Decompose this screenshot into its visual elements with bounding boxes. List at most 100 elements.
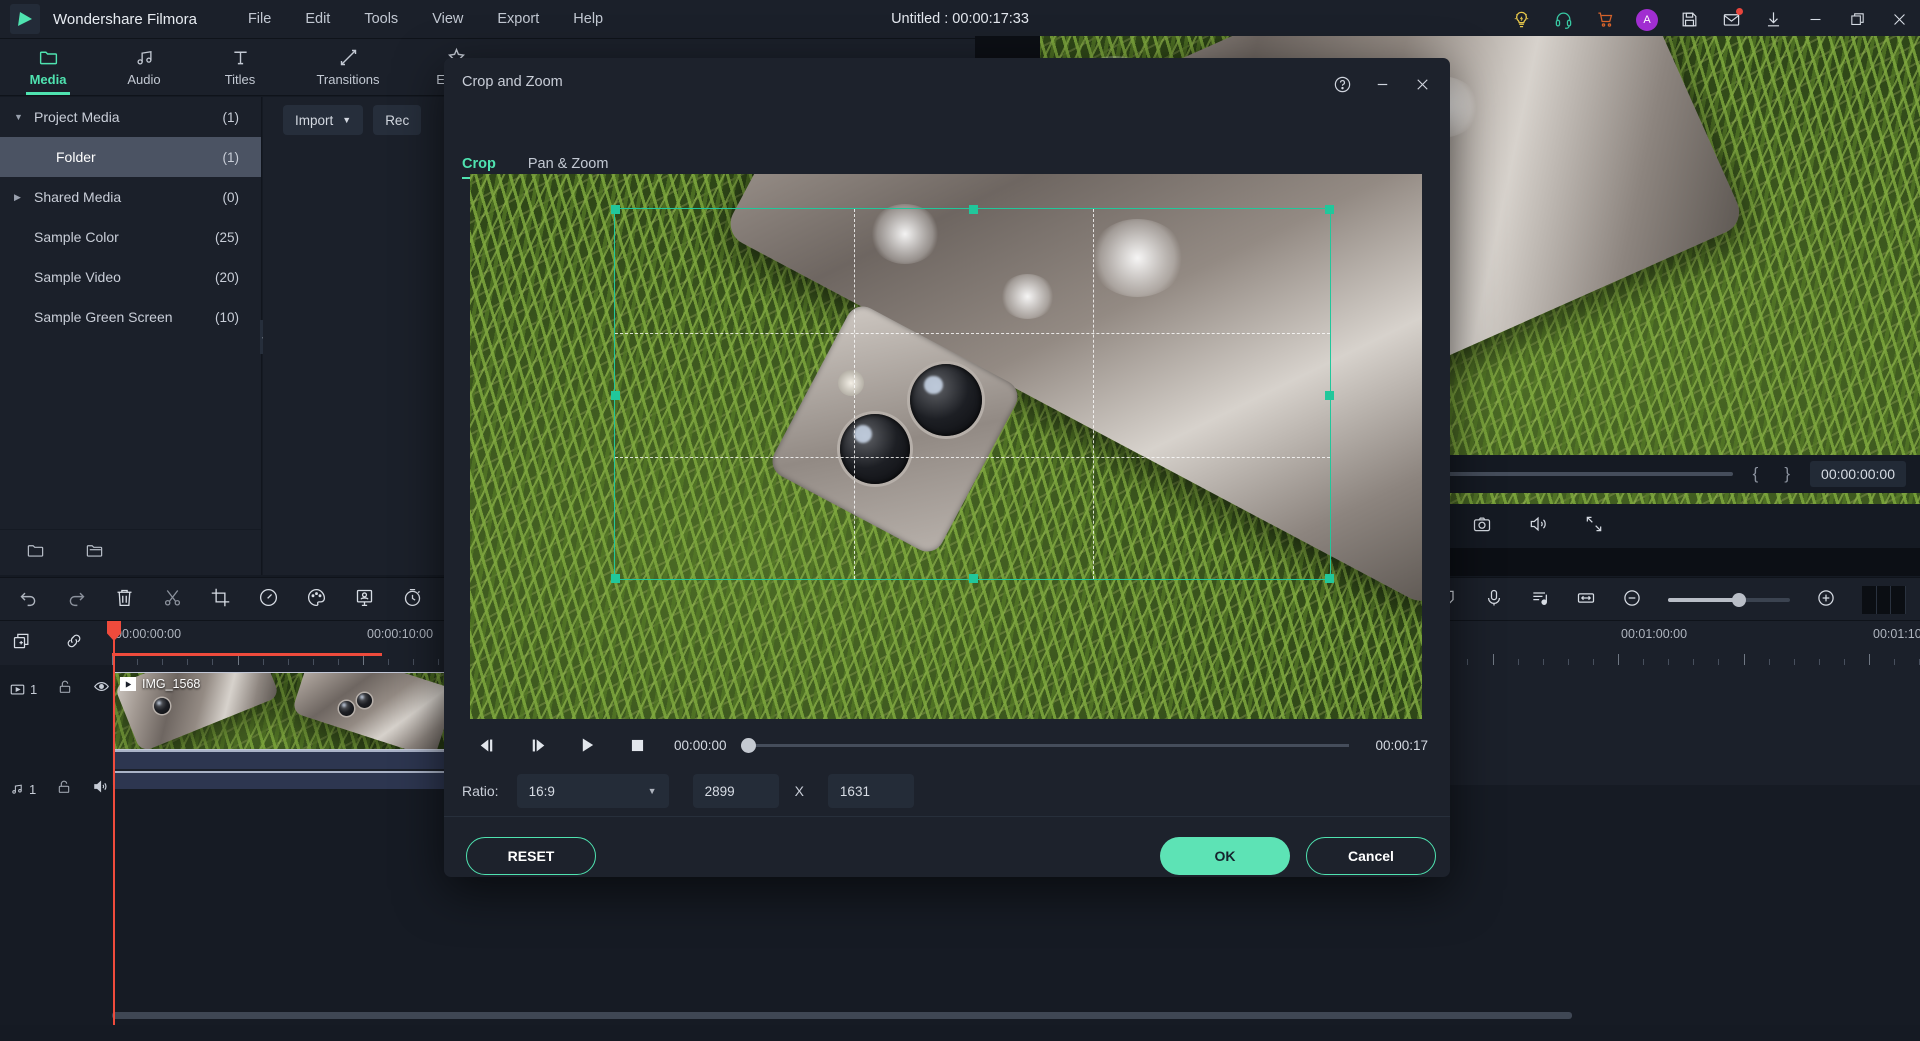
mark-in-icon[interactable]: { — [1747, 464, 1765, 484]
tab-titles[interactable]: Titles — [192, 38, 288, 95]
crop-handle-top-right[interactable] — [1325, 205, 1334, 214]
crop-handle-bottom-right[interactable] — [1325, 574, 1334, 583]
tab-media[interactable]: Media — [0, 38, 96, 95]
reset-button[interactable]: RESET — [466, 837, 596, 875]
playhead[interactable] — [113, 621, 115, 1025]
sidebar-item-sample-green-screen[interactable]: Sample Green Screen (10) — [0, 297, 261, 337]
crop-width-input[interactable]: 2899 — [693, 774, 779, 808]
save-icon[interactable] — [1668, 0, 1710, 39]
close-icon[interactable] — [1878, 0, 1920, 39]
redo-icon[interactable] — [66, 587, 87, 613]
crop-handle-middle-left[interactable] — [611, 391, 620, 400]
delete-icon[interactable] — [114, 587, 135, 613]
ratio-select[interactable]: 16:9 ▼ — [517, 774, 669, 808]
menu-file[interactable]: File — [245, 7, 274, 31]
lightbulb-icon[interactable] — [1500, 0, 1542, 39]
audio-mixer-icon[interactable] — [1530, 588, 1550, 613]
record-button[interactable]: Rec — [373, 105, 421, 135]
zoom-slider-knob[interactable] — [1732, 593, 1746, 607]
sidebar-item-project-media[interactable]: ▼ Project Media (1) — [0, 97, 261, 137]
maximize-icon[interactable] — [1836, 0, 1878, 39]
crop-handle-middle-right[interactable] — [1325, 391, 1334, 400]
split-scissors-icon[interactable] — [162, 587, 183, 613]
video-track-icon[interactable]: 1 — [10, 682, 37, 697]
mail-icon[interactable] — [1710, 0, 1752, 39]
download-icon[interactable] — [1752, 0, 1794, 39]
speaker-icon[interactable] — [92, 778, 109, 800]
ruler-tick — [1618, 654, 1619, 665]
fullscreen-icon[interactable] — [1584, 514, 1604, 539]
crop-handle-top-left[interactable] — [611, 205, 620, 214]
crop-handle-bottom-left[interactable] — [611, 574, 620, 583]
crop-height-input[interactable]: 1631 — [828, 774, 914, 808]
import-button-label: Import — [295, 113, 333, 128]
new-folder-icon[interactable] — [26, 541, 45, 565]
link-icon[interactable] — [64, 631, 84, 656]
green-screen-icon[interactable] — [354, 587, 375, 613]
minimize-icon[interactable] — [1794, 0, 1836, 39]
speed-icon[interactable] — [258, 587, 279, 613]
dialog-window-buttons — [1322, 66, 1442, 102]
lock-icon[interactable] — [56, 779, 72, 800]
play-icon[interactable] — [562, 737, 612, 753]
menu-tools[interactable]: Tools — [361, 7, 401, 31]
player-progress-knob[interactable] — [741, 738, 756, 753]
menu-edit[interactable]: Edit — [302, 7, 333, 31]
dialog-player-controls: 00:00:00 00:00:17 — [462, 726, 1432, 764]
eye-icon[interactable] — [93, 678, 110, 700]
zoom-in-icon[interactable] — [1816, 588, 1836, 613]
voiceover-mic-icon[interactable] — [1484, 588, 1504, 613]
thumbnail-view-toggle[interactable] — [1862, 586, 1906, 614]
color-palette-icon[interactable] — [306, 587, 327, 613]
prev-frame-icon[interactable] — [462, 738, 512, 753]
add-track-icon[interactable] — [12, 631, 32, 656]
menu-help[interactable]: Help — [570, 7, 606, 31]
preview-timecode[interactable]: 00:00:00:00 — [1810, 461, 1906, 487]
snapshot-camera-icon[interactable] — [1472, 514, 1492, 539]
import-button[interactable]: Import ▼ — [283, 105, 363, 135]
sidebar-item-sample-color[interactable]: Sample Color (25) — [0, 217, 261, 257]
timeline-right-tools — [1438, 578, 1906, 622]
player-progress-track[interactable] — [741, 744, 1350, 747]
menu-export[interactable]: Export — [494, 7, 542, 31]
sidebar-item-sample-video[interactable]: Sample Video (20) — [0, 257, 261, 297]
sidebar-item-folder[interactable]: Folder (1) — [0, 137, 261, 177]
ok-button[interactable]: OK — [1160, 837, 1290, 875]
cart-icon[interactable] — [1584, 0, 1626, 39]
stop-icon[interactable] — [612, 739, 662, 752]
video-clip[interactable]: IMG_1568 — [113, 672, 451, 750]
clip-label: IMG_1568 — [120, 677, 200, 691]
tab-transitions[interactable]: Transitions — [288, 38, 408, 95]
sidebar-item-shared-media[interactable]: ▶ Shared Media (0) — [0, 177, 261, 217]
lock-icon[interactable] — [57, 679, 73, 700]
audio-waveform-strip[interactable] — [113, 750, 451, 769]
zoom-slider[interactable] — [1668, 598, 1790, 602]
help-icon[interactable] — [1322, 66, 1362, 102]
crop-handle-bottom-center[interactable] — [969, 574, 978, 583]
zoom-out-icon[interactable] — [1622, 588, 1642, 613]
volume-icon[interactable] — [1528, 514, 1548, 539]
audio-track-icon[interactable]: 1 — [10, 782, 36, 797]
crop-handle-top-center[interactable] — [969, 205, 978, 214]
crop-icon[interactable] — [210, 587, 231, 613]
close-icon[interactable] — [1402, 66, 1442, 102]
mark-out-icon[interactable]: } — [1778, 464, 1796, 484]
reset-button-label: RESET — [508, 848, 555, 864]
timer-icon[interactable] — [402, 587, 423, 613]
camera-lens — [357, 693, 372, 708]
crop-canvas[interactable] — [470, 174, 1422, 719]
open-folder-icon[interactable] — [85, 541, 104, 565]
next-frame-icon[interactable] — [512, 738, 562, 753]
headset-icon[interactable] — [1542, 0, 1584, 39]
ok-button-label: OK — [1215, 848, 1236, 864]
undo-icon[interactable] — [18, 587, 39, 613]
crop-selection-box[interactable] — [614, 208, 1331, 580]
fit-timeline-icon[interactable] — [1576, 588, 1596, 613]
avatar[interactable]: A — [1626, 0, 1668, 39]
tab-audio[interactable]: Audio — [96, 38, 192, 95]
minimize-icon[interactable] — [1362, 66, 1402, 102]
timeline-horizontal-scrollbar[interactable] — [112, 1012, 1572, 1019]
cancel-button[interactable]: Cancel — [1306, 837, 1436, 875]
audio-waveform-strip[interactable] — [113, 771, 451, 789]
menu-view[interactable]: View — [429, 7, 466, 31]
